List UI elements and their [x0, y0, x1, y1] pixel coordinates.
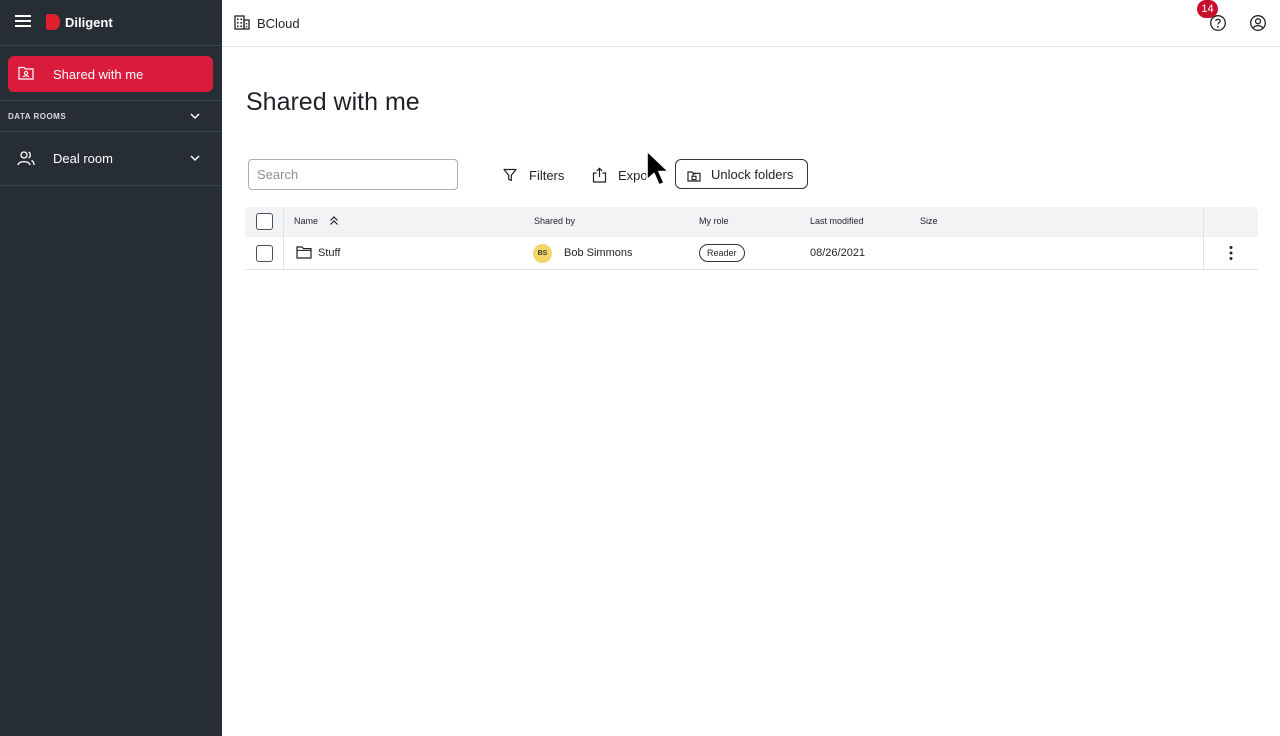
unlock-icon	[687, 171, 701, 182]
folder-icon	[296, 246, 312, 259]
chevron-down-icon	[190, 155, 200, 162]
last-modified-date: 08/26/2021	[810, 247, 866, 259]
filters-label: Filters	[529, 167, 565, 183]
column-header-name[interactable]: Name	[294, 216, 318, 226]
column-divider	[1203, 207, 1204, 237]
unlock-folders-label: Unlock folders	[711, 166, 794, 182]
column-header-last-modified[interactable]: Last modified	[810, 216, 864, 226]
column-header-shared-by[interactable]: Shared by	[534, 216, 575, 226]
sort-ascending-icon[interactable]	[329, 215, 339, 227]
page-title: Shared with me	[246, 88, 420, 116]
people-icon	[17, 151, 35, 166]
column-divider	[1203, 237, 1204, 269]
data-rooms-section-toggle[interactable]: DATA ROOMS	[0, 101, 222, 131]
search-input[interactable]	[248, 159, 458, 190]
table-row[interactable]: Stuff BS Bob Simmons Reader 08/26/2021	[245, 237, 1258, 270]
filters-button[interactable]: Filters	[503, 164, 564, 186]
account-icon	[1250, 15, 1266, 31]
sidebar-item-deal-room[interactable]: Deal room	[0, 132, 222, 185]
export-label: Expo	[618, 167, 648, 183]
sidebar-item-label: Deal room	[53, 151, 113, 166]
table-header: Name Shared by My role Last modified Siz…	[245, 207, 1258, 237]
unlock-folders-button[interactable]: Unlock folders	[675, 159, 808, 189]
divider	[0, 185, 222, 186]
building-icon	[234, 15, 250, 30]
role-badge: Reader	[699, 244, 745, 262]
column-divider	[283, 237, 284, 269]
notification-badge[interactable]: 14	[1197, 0, 1218, 18]
column-header-my-role[interactable]: My role	[699, 216, 729, 226]
breadcrumb[interactable]: BCloud	[257, 16, 300, 31]
chevron-down-icon	[190, 113, 200, 120]
more-vertical-icon[interactable]	[1228, 245, 1234, 261]
sidebar-item-shared-with-me[interactable]: Shared with me	[8, 56, 213, 92]
brand-logo[interactable]: Diligent	[46, 14, 113, 30]
account-button[interactable]	[1249, 14, 1267, 32]
brand-name: Diligent	[65, 14, 113, 30]
diligent-logo-icon	[46, 14, 60, 30]
shared-items-table: Name Shared by My role Last modified Siz…	[245, 207, 1258, 270]
shared-by-name: Bob Simmons	[564, 247, 633, 259]
avatar: BS	[533, 244, 552, 263]
export-button[interactable]: Expo	[592, 164, 648, 186]
sidebar: Diligent Shared with me DATA ROOMS Deal …	[0, 0, 222, 736]
select-all-checkbox[interactable]	[256, 213, 273, 230]
row-checkbox[interactable]	[256, 245, 273, 262]
column-divider	[283, 207, 284, 237]
section-label: DATA ROOMS	[8, 112, 67, 121]
menu-icon[interactable]	[15, 15, 31, 29]
filter-icon	[503, 168, 517, 182]
item-name[interactable]: Stuff	[318, 247, 340, 259]
export-icon	[592, 167, 607, 183]
column-header-size[interactable]: Size	[920, 216, 938, 226]
sidebar-item-label: Shared with me	[53, 66, 144, 82]
shared-folder-icon	[18, 66, 34, 80]
top-bar: BCloud 14	[222, 0, 1280, 47]
mouse-cursor-icon	[646, 150, 670, 186]
